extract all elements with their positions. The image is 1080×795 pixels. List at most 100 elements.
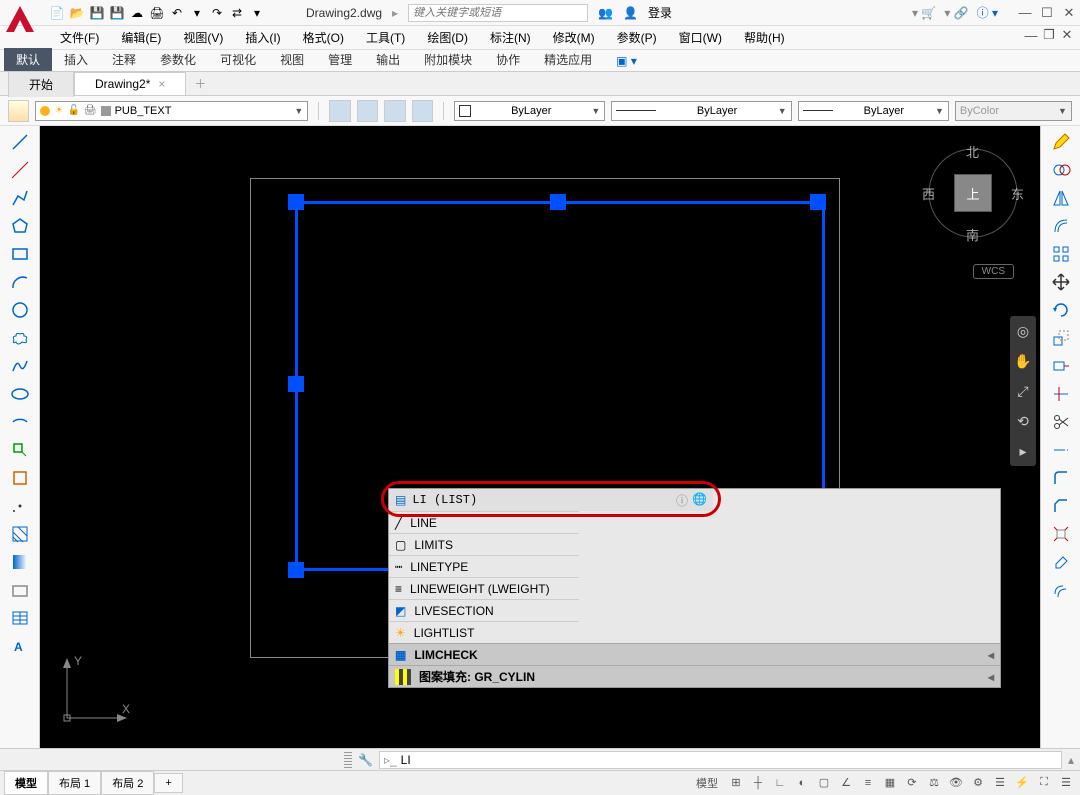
ribbon-tab-parametric[interactable]: 参数化	[148, 48, 208, 71]
hardware-accel-icon[interactable]: ⚡	[1012, 774, 1032, 792]
signin-label[interactable]: 登录	[648, 4, 672, 21]
share-icon[interactable]: ⇄	[228, 4, 246, 22]
autocomplete-selected-item[interactable]: ▤ LI (LIST) ⓘ 🌐	[389, 489, 713, 511]
viewcube[interactable]: 上 北 南 东 西	[918, 138, 1028, 248]
menu-window[interactable]: 窗口(W)	[669, 26, 732, 49]
menu-format[interactable]: 格式(O)	[293, 26, 354, 49]
ribbon-tab-express[interactable]: 精选应用	[532, 48, 604, 71]
explode-tool-icon[interactable]	[1049, 522, 1073, 546]
viewcube-west[interactable]: 西	[922, 184, 935, 203]
make-block-icon[interactable]	[8, 466, 32, 490]
pencil-tool-icon[interactable]	[1049, 130, 1073, 154]
plot-icon[interactable]: 🖨	[148, 4, 166, 22]
trim-tool-icon[interactable]	[1049, 382, 1073, 406]
move-tool-icon[interactable]	[1049, 270, 1073, 294]
steering-wheel-icon[interactable]: ◎	[1014, 322, 1032, 340]
erase-tool-icon[interactable]	[1049, 550, 1073, 574]
open-icon[interactable]: 📂	[68, 4, 86, 22]
spline-tool-icon[interactable]	[8, 354, 32, 378]
menu-edit[interactable]: 编辑(E)	[111, 26, 171, 49]
menu-view[interactable]: 视图(V)	[173, 26, 233, 49]
menu-file[interactable]: 文件(F)	[50, 26, 109, 49]
osnap-toggle-icon[interactable]: ▢	[814, 774, 834, 792]
rectangle-tool-icon[interactable]	[8, 242, 32, 266]
circle-edit-icon[interactable]	[1049, 158, 1073, 182]
search-icon[interactable]: 👥	[598, 6, 613, 20]
workspace-icon[interactable]: ⚙	[968, 774, 988, 792]
help-icon[interactable]: ⓘ ▾	[977, 4, 998, 21]
signin-icon[interactable]: 👤	[623, 6, 638, 20]
viewcube-north[interactable]: 北	[966, 142, 979, 161]
clean-screen-icon[interactable]: ⛶	[1034, 774, 1054, 792]
autocomplete-sysvar-limcheck[interactable]: ▦ LIMCHECK ◂	[389, 643, 1000, 665]
layout-tab-2[interactable]: 布局 2	[101, 771, 154, 795]
isolate-icon[interactable]: ☰	[990, 774, 1010, 792]
ribbon-tab-home[interactable]: 默认	[4, 48, 52, 71]
layout-tab-model[interactable]: 模型	[4, 771, 48, 795]
wcs-badge[interactable]: WCS	[973, 264, 1014, 279]
pan-icon[interactable]: ✋	[1014, 352, 1032, 370]
autocomplete-hatch-grcylin[interactable]: 图案填充: GR_CYLIN ◂	[389, 665, 1000, 687]
viewcube-top[interactable]: 上	[954, 174, 992, 212]
stretch-tool-icon[interactable]	[1049, 354, 1073, 378]
array-tool-icon[interactable]	[1049, 242, 1073, 266]
app-logo[interactable]	[2, 2, 38, 38]
layer-tool2-icon[interactable]	[357, 100, 378, 122]
scale-tool-icon[interactable]	[1049, 326, 1073, 350]
construction-line-icon[interactable]	[8, 158, 32, 182]
point-tool-icon[interactable]	[8, 494, 32, 518]
grip-handle[interactable]	[288, 376, 304, 392]
annotation-scale-icon[interactable]: ⚖	[924, 774, 944, 792]
command-input[interactable]: ▹_ LI	[379, 751, 1062, 769]
zoom-extents-icon[interactable]: ⤢	[1014, 382, 1032, 400]
menu-help[interactable]: 帮助(H)	[734, 26, 795, 49]
dropdown2-icon[interactable]: ▾	[248, 4, 266, 22]
layer-props-icon[interactable]	[8, 100, 29, 122]
save-icon[interactable]: 💾	[88, 4, 106, 22]
mdi-restore-button[interactable]: ❐	[1042, 28, 1056, 42]
drawing-canvas[interactable]: Y X 上 北 南 东 西 WCS ◎ ✋ ⤢ ⟲ ▸ ▤ LI (LIST)	[40, 126, 1040, 748]
linetype-dropdown[interactable]: ByLayer ▼	[611, 101, 791, 121]
undo-icon[interactable]: ↶	[168, 4, 186, 22]
layer-tool1-icon[interactable]	[329, 100, 350, 122]
redo-icon[interactable]: ↷	[208, 4, 226, 22]
lineweight-dropdown[interactable]: ByLayer ▼	[798, 101, 949, 121]
model-space-button[interactable]: 模型	[690, 774, 724, 792]
ribbon-tab-annotate[interactable]: 注释	[100, 48, 148, 71]
insert-block-icon[interactable]	[8, 438, 32, 462]
menu-modify[interactable]: 修改(M)	[543, 26, 605, 49]
grip-handle[interactable]	[810, 194, 826, 210]
search-input[interactable]	[408, 4, 588, 22]
transparency-toggle-icon[interactable]: ▦	[880, 774, 900, 792]
layer-tool3-icon[interactable]	[384, 100, 405, 122]
autocomplete-item-lineweight[interactable]: ≡LINEWEIGHT (LWEIGHT)	[389, 577, 579, 599]
circle-tool-icon[interactable]	[8, 298, 32, 322]
mdi-close-button[interactable]: ✕	[1060, 28, 1074, 42]
menu-parametric[interactable]: 参数(P)	[607, 26, 667, 49]
region-tool-icon[interactable]	[8, 578, 32, 602]
help-icon[interactable]: ⓘ	[676, 492, 688, 509]
layout-tab-add[interactable]: +	[154, 773, 182, 793]
table-tool-icon[interactable]	[8, 606, 32, 630]
cycling-toggle-icon[interactable]: ⟳	[902, 774, 922, 792]
exchange-icon[interactable]: ▾ 🛒	[912, 6, 936, 20]
polyline-tool-icon[interactable]	[8, 186, 32, 210]
ellipse-tool-icon[interactable]	[8, 382, 32, 406]
maximize-button[interactable]: ☐	[1040, 6, 1054, 20]
ribbon-tab-manage[interactable]: 管理	[316, 48, 364, 71]
minimize-button[interactable]: —	[1018, 6, 1032, 20]
menu-insert[interactable]: 插入(I)	[235, 26, 290, 49]
globe-icon[interactable]: 🌐	[692, 492, 707, 509]
showhide-icon[interactable]: ▸	[1014, 442, 1032, 460]
viewcube-south[interactable]: 南	[966, 225, 979, 244]
layer-tool4-icon[interactable]	[412, 100, 433, 122]
ribbon-tab-view[interactable]: 视图	[268, 48, 316, 71]
line-tool-icon[interactable]	[8, 130, 32, 154]
layer-dropdown[interactable]: ☀ 🔓 🖨 PUB_TEXT ▼	[35, 101, 308, 121]
ribbon-tab-more[interactable]: ▣ ▾	[604, 51, 649, 71]
arc-tool-icon[interactable]	[8, 270, 32, 294]
grid-toggle-icon[interactable]: ⊞	[726, 774, 746, 792]
autocomplete-item-linetype[interactable]: ┉LINETYPE	[389, 555, 579, 577]
app-icon[interactable]: ▾ 🔗	[944, 6, 968, 20]
ortho-toggle-icon[interactable]: ∟	[770, 774, 790, 792]
